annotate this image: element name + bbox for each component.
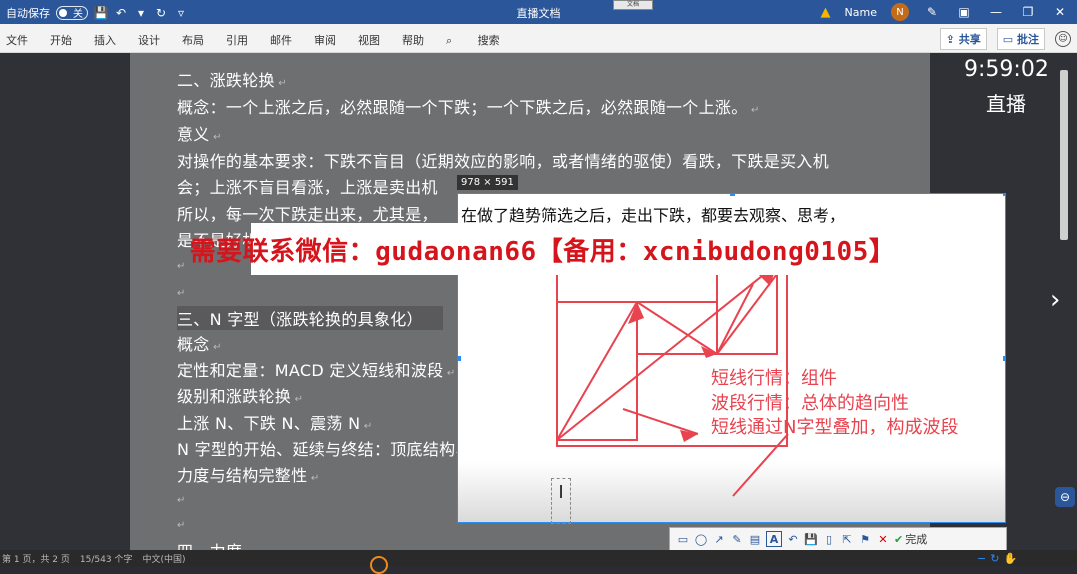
live-clock: 9:59:02: [964, 57, 1049, 82]
close-button[interactable]: ✕: [1051, 5, 1069, 19]
tab-home[interactable]: 开始: [50, 32, 72, 48]
chevron-right-icon[interactable]: ›: [1050, 285, 1060, 315]
undo-icon[interactable]: ↶: [786, 532, 800, 546]
word-count[interactable]: 15/543 个字: [80, 552, 133, 565]
comment-icon: ▭: [1002, 33, 1017, 46]
doc-line-12[interactable]: 定性和定量：MACD 定义短线和波段 ↵: [177, 357, 456, 381]
rectangle-tool-icon[interactable]: ▭: [676, 532, 690, 546]
doc-line-11[interactable]: 概念 ↵: [177, 331, 222, 355]
search-box[interactable]: ⌕ 搜索: [446, 32, 522, 48]
tab-insert[interactable]: 插入: [94, 32, 116, 48]
doc-line-2[interactable]: 概念：一个上涨之后，必然跟随一个下跌；一个下跌之后，必然跟随一个上涨。 ↵: [177, 94, 760, 118]
ribbon-display-icon[interactable]: ▣: [955, 5, 973, 19]
tab-help[interactable]: 帮助: [402, 32, 424, 48]
resize-handle[interactable]: [458, 356, 461, 361]
diagram-arrow-shaft-1: [622, 408, 699, 435]
text-cursor-icon: I: [551, 478, 571, 524]
comments-button[interactable]: ▭ 批注: [996, 28, 1045, 50]
check-icon: ✔: [894, 532, 904, 546]
doc-line-14[interactable]: 上涨 N、下跌 N、震荡 N ↵: [177, 410, 373, 434]
share-button[interactable]: ⇪ 共享: [939, 28, 987, 50]
floating-window-tab[interactable]: 文档: [613, 0, 653, 10]
copy-icon[interactable]: ▯: [822, 532, 836, 546]
diagram-arrow-shaft-2: [732, 433, 789, 497]
title-bar: 自动保存 关 💾 ↶ ▾ ↻ ▿ 直播文档 文档 ▲ Name N ✎ ▣ — …: [0, 0, 1077, 24]
doc-line-4[interactable]: 对操作的基本要求：下跌不盲目（近期效应的影响，或者情绪的驱使）看跌，下跌是买入机: [177, 148, 829, 172]
done-button[interactable]: ✔ 完成: [894, 531, 927, 547]
resize-handle[interactable]: [730, 194, 735, 196]
doc-line-3[interactable]: 意义 ↵: [177, 121, 222, 145]
close-icon[interactable]: ✕: [876, 532, 890, 546]
feedback-smiley-icon[interactable]: ☺: [1055, 31, 1071, 47]
restore-button[interactable]: ❐: [1019, 5, 1037, 19]
diagram-line-up-2: [716, 273, 778, 355]
resize-handle[interactable]: [1003, 356, 1005, 361]
doc-line-8[interactable]: ↵: [177, 254, 186, 273]
pin-icon[interactable]: ⚑: [858, 532, 872, 546]
text-tool-icon[interactable]: A: [766, 531, 782, 547]
save-icon[interactable]: 💾: [804, 532, 818, 546]
tab-file[interactable]: 文件: [6, 32, 28, 48]
tab-layout[interactable]: 布局: [182, 32, 204, 48]
contact-watermark-banner: 需要联系微信：gudaonan66【备用：xcnibudong0105】: [190, 223, 895, 275]
view-controls: − ↻ ✋: [977, 552, 1017, 565]
avatar[interactable]: N: [891, 3, 909, 21]
tab-view[interactable]: 视图: [358, 32, 380, 48]
doc-line-9[interactable]: ↵: [177, 281, 186, 300]
hand-icon[interactable]: ✋: [1003, 552, 1017, 565]
tab-design[interactable]: 设计: [138, 32, 160, 48]
doc-line-6[interactable]: 所以，每一次下跌走出来，尤其是，: [177, 201, 438, 225]
side-panel-icon[interactable]: ⊖: [1055, 487, 1075, 507]
ellipse-tool-icon[interactable]: ◯: [694, 532, 708, 546]
share-icon[interactable]: ⇱: [840, 532, 854, 546]
user-name[interactable]: Name: [845, 6, 877, 19]
language-indicator[interactable]: 中文(中国): [142, 552, 185, 565]
doc-line-17[interactable]: ↵: [177, 488, 186, 507]
ribbon-tabs: 文件 开始 插入 设计 布局 引用 邮件 审阅 视图 帮助 ⌕ 搜索 ⇪ 共享 …: [0, 24, 1077, 53]
doc-line-10[interactable]: 三、N 字型（涨跌轮换的具象化）: [177, 306, 443, 330]
diagram-line-down: [636, 301, 718, 355]
live-label: 直播: [986, 92, 1026, 116]
rotate-icon[interactable]: ↻: [990, 552, 999, 565]
status-bar: 第 1 页，共 2 页 15/543 个字 中文(中国): [0, 550, 1077, 566]
record-indicator-icon: [370, 556, 388, 574]
doc-line-13[interactable]: 级别和涨跌轮换 ↵: [177, 383, 303, 407]
arrow-tool-icon[interactable]: ↗: [712, 532, 726, 546]
page-count[interactable]: 第 1 页，共 2 页: [2, 552, 70, 565]
search-icon: ⌕: [446, 34, 456, 47]
minimize-button[interactable]: —: [987, 5, 1005, 19]
diagram-line-up-1: [556, 301, 638, 441]
pen-icon[interactable]: ✎: [923, 5, 941, 19]
zoom-out-icon[interactable]: −: [977, 552, 986, 565]
doc-line-18[interactable]: ↵: [177, 513, 186, 532]
annotation-short-term: 短线行情：组件: [711, 368, 837, 389]
annotation-wave-band: 波段行情：总体的趋向性: [711, 393, 909, 414]
tab-references[interactable]: 引用: [226, 32, 248, 48]
share-icon: ⇪: [945, 33, 959, 46]
marker-tool-icon[interactable]: ▤: [748, 532, 762, 546]
pen-tool-icon[interactable]: ✎: [730, 532, 744, 546]
tab-review[interactable]: 审阅: [314, 32, 336, 48]
annotation-n-pattern: 短线通过N字型叠加，构成波段: [711, 417, 959, 438]
doc-line-1[interactable]: 二、涨跌轮换 ↵: [177, 67, 287, 91]
snip-toolbar: ▭ ◯ ↗ ✎ ▤ A ↶ 💾 ▯ ⇱ ⚑ ✕ ✔ 完成: [669, 527, 1007, 551]
vertical-scrollbar[interactable]: [1060, 70, 1068, 240]
diagram-line-up-3: [716, 283, 754, 355]
warning-icon[interactable]: ▲: [821, 5, 831, 20]
doc-line-5[interactable]: 会；上涨不盲目看涨，上涨是卖出机: [177, 174, 438, 198]
selection-size-label: 978 × 591: [457, 175, 518, 190]
tab-mailings[interactable]: 邮件: [270, 32, 292, 48]
resize-handle[interactable]: [1003, 194, 1005, 196]
doc-line-16[interactable]: 力度与结构完整性 ↵: [177, 462, 320, 486]
